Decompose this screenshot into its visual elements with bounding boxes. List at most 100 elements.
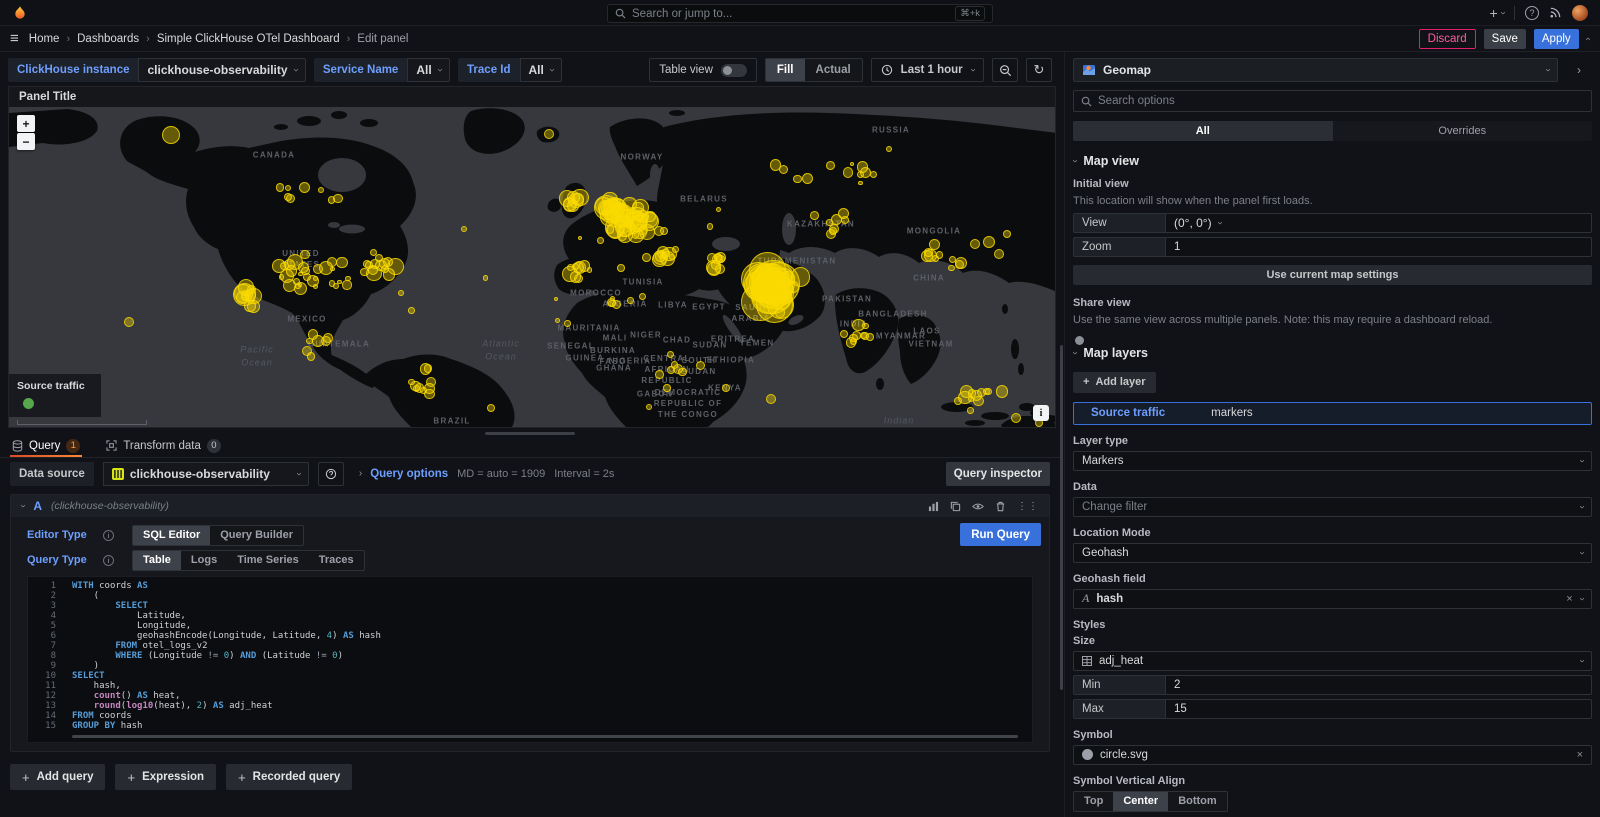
add-menu-button[interactable]: +›	[1489, 5, 1504, 21]
section-map-view[interactable]: › Map view	[1073, 154, 1592, 168]
chart-icon[interactable]	[928, 501, 939, 512]
query-options-label: Query options	[370, 468, 448, 480]
time-range-picker[interactable]: Last 1 hour ›	[871, 58, 984, 82]
clear-icon[interactable]: ×	[1566, 593, 1572, 605]
zoom-input[interactable]	[1165, 237, 1592, 257]
segment-option[interactable]: Top	[1074, 792, 1113, 811]
collapse-icon[interactable]: ›	[18, 504, 28, 507]
table-view-toggle[interactable]: Table view	[649, 58, 757, 82]
segment-option[interactable]: Table	[133, 551, 181, 570]
map-attribution-button[interactable]: i	[1033, 405, 1049, 421]
grafana-logo-icon[interactable]	[12, 5, 28, 21]
global-search-input[interactable]: Search or jump to... ⌘+k	[607, 4, 993, 23]
filter-value-dropdown[interactable]: All›	[520, 58, 563, 82]
segment-option[interactable]: Time Series	[227, 551, 309, 570]
query-tabs: Query1 Transform data0	[0, 434, 1060, 458]
segment-option[interactable]: Fill	[766, 59, 805, 81]
segment-option[interactable]: SQL Editor	[133, 526, 210, 545]
segment-option[interactable]: Actual	[805, 59, 862, 81]
max-input[interactable]	[1165, 699, 1592, 719]
datasource-help-button[interactable]	[318, 462, 344, 486]
map-marker	[793, 175, 801, 183]
size-select[interactable]: adj_heat ›	[1073, 651, 1592, 671]
add-layer-button[interactable]: + Add layer	[1073, 372, 1156, 393]
section-map-layers[interactable]: › Map layers	[1073, 346, 1592, 360]
user-avatar[interactable]	[1572, 5, 1588, 21]
map-marker	[608, 300, 615, 307]
filter-label[interactable]: Service Name	[314, 58, 407, 82]
map-zoom-out-button[interactable]: −	[17, 133, 35, 150]
query-inspector-button[interactable]: Query inspector	[946, 462, 1050, 486]
filter-label[interactable]: Trace Id	[458, 58, 519, 82]
options-search[interactable]	[1073, 90, 1592, 112]
recorded-query-button[interactable]: +Recorded query	[226, 764, 352, 790]
map-marker	[722, 384, 730, 392]
size-label: Size	[1073, 635, 1592, 647]
layer-type-select[interactable]: Markers ›	[1073, 451, 1592, 471]
drag-handle-icon[interactable]: ⋮⋮	[1017, 501, 1039, 512]
data-select[interactable]: Change filter ›	[1073, 497, 1592, 517]
location-mode-select[interactable]: Geohash ›	[1073, 543, 1592, 563]
breadcrumb-item[interactable]: Home	[29, 33, 60, 45]
map-marker	[597, 237, 604, 244]
help-icon[interactable]: ?	[1525, 6, 1539, 20]
map-marker	[627, 297, 634, 304]
clear-icon[interactable]: ×	[1577, 749, 1583, 761]
filter-value-dropdown[interactable]: clickhouse-observability›	[138, 58, 305, 82]
segment-option[interactable]: Query Builder	[210, 526, 303, 545]
code-line: 13 round(log10(heat), 2) AS adj_heat	[28, 701, 1032, 711]
filter-label[interactable]: ClickHouse instance	[8, 58, 138, 82]
run-query-button[interactable]: Run Query	[960, 523, 1041, 546]
map-marker	[716, 207, 722, 213]
map-marker	[932, 255, 939, 262]
section-title: Map view	[1083, 154, 1139, 168]
save-button[interactable]: Save	[1484, 29, 1526, 49]
map-zoom-in-button[interactable]: +	[17, 115, 35, 132]
breadcrumb-item[interactable]: Simple ClickHouse OTel Dashboard	[157, 33, 340, 45]
options-search-input[interactable]	[1098, 95, 1584, 107]
segment-option[interactable]: Logs	[181, 551, 227, 570]
segment-option[interactable]: Traces	[309, 551, 364, 570]
sql-editor[interactable]: 1WITH coords AS2 (3 SELECT4 Latitude,5 L…	[27, 576, 1033, 743]
map-marker	[1003, 230, 1011, 238]
trash-icon[interactable]	[995, 501, 1006, 512]
eye-icon[interactable]	[972, 501, 984, 512]
panel-title[interactable]: Panel Title	[9, 87, 1055, 107]
segment-option[interactable]: Center	[1113, 792, 1168, 811]
tab-query[interactable]: Query1	[10, 434, 82, 457]
menu-icon[interactable]: ≡	[10, 31, 19, 46]
breadcrumb-item[interactable]: Dashboards	[77, 33, 139, 45]
tab-transform-data[interactable]: Transform data0	[104, 434, 223, 457]
segment-option[interactable]: Bottom	[1168, 792, 1227, 811]
view-select[interactable]: (0°, 0°) ›	[1165, 213, 1592, 233]
options-tab-all[interactable]: All	[1073, 121, 1333, 141]
symbol-select[interactable]: circle.svg ×	[1073, 745, 1592, 765]
discard-button[interactable]: Discard	[1419, 29, 1476, 49]
query-options-toggle[interactable]: › Query options	[359, 468, 448, 480]
copy-icon[interactable]	[950, 501, 961, 512]
expression-button[interactable]: +Expression	[115, 764, 216, 790]
refresh-icon[interactable]: ↻	[1026, 58, 1052, 82]
visualization-picker[interactable]: Geomap ›	[1073, 58, 1558, 82]
min-input[interactable]	[1165, 675, 1592, 695]
geomap-panel: Panel Title	[8, 86, 1056, 428]
add-query-button[interactable]: +Add query	[10, 764, 105, 790]
datasource-picker[interactable]: clickhouse-observability ›	[103, 462, 309, 486]
map-marker	[578, 236, 582, 240]
table-view-switch[interactable]	[721, 64, 747, 77]
map-marker	[398, 290, 404, 296]
chevron-up-icon[interactable]: ›	[1583, 37, 1593, 40]
layer-item[interactable]: Source traffic markers	[1073, 402, 1592, 425]
map-canvas[interactable]: CANADARUSSIAUNITED STATESMEXICOGUATEMALA…	[9, 107, 1055, 427]
editor-scrollbar[interactable]	[72, 735, 1018, 738]
filter-value-dropdown[interactable]: All›	[407, 58, 450, 82]
geohash-field-select[interactable]: A hash × ›	[1073, 589, 1592, 609]
apply-button[interactable]: Apply	[1534, 29, 1579, 49]
use-current-map-settings-button[interactable]: Use current map settings	[1073, 265, 1592, 285]
collapse-pane-icon[interactable]: ›	[1566, 58, 1592, 82]
map-marker	[766, 394, 776, 404]
options-tab-overrides[interactable]: Overrides	[1333, 121, 1593, 141]
query-card-header[interactable]: › A (clickhouse-observability) ⋮⋮	[11, 495, 1049, 517]
zoom-out-icon[interactable]	[992, 58, 1018, 82]
news-icon[interactable]	[1549, 6, 1562, 19]
